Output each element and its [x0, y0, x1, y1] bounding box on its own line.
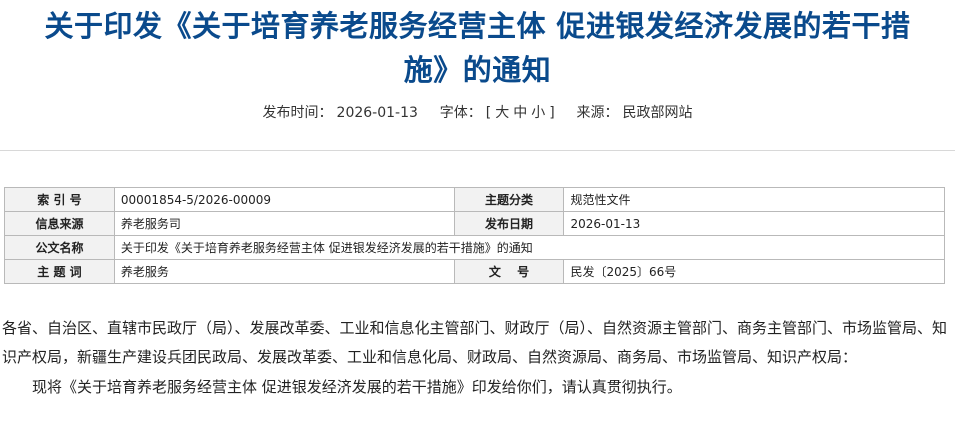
table-row: 索 引 号 00001854-5/2026-00009 主题分类 规范性文件 [4, 187, 945, 212]
publish-date-value: 2026-01-13 [563, 211, 945, 236]
article-body: 各省、自治区、直辖市民政厅（局）、发展改革委、工业和信息化主管部门、财政厅（局）… [2, 314, 952, 402]
body-paragraph: 现将《关于培育养老服务经营主体 促进银发经济发展的若干措施》印发给你们，请认真贯… [32, 378, 682, 396]
publish-date: 2026-01-13 [336, 105, 418, 121]
article-title: 关于印发《关于培育养老服务经营主体 促进银发经济发展的若干措 施》的通知 [0, 4, 955, 92]
index-number-value: 00001854-5/2026-00009 [113, 187, 455, 212]
keywords-value: 养老服务 [113, 259, 455, 284]
source-label: 来源： [576, 105, 619, 121]
topic-category-label: 主题分类 [453, 187, 565, 212]
article-title-line1: 关于印发《关于培育养老服务经营主体 促进银发经济发展的若干措 [44, 9, 911, 43]
index-number-label: 索 引 号 [4, 187, 115, 212]
table-row: 主 题 词 养老服务 文 号 民发〔2025〕66号 [4, 259, 945, 284]
publish-date-label: 发布日期 [453, 211, 565, 236]
article-title-line2: 施》的通知 [403, 53, 552, 87]
topic-category-value: 规范性文件 [563, 187, 945, 212]
table-row: 信息来源 养老服务司 发布日期 2026-01-13 [4, 211, 945, 236]
document-name-value: 关于印发《关于培育养老服务经营主体 促进银发经济发展的若干措施》的通知 [113, 235, 946, 260]
font-size-medium-button[interactable]: 中 [513, 105, 527, 121]
font-size-label: 字体： [439, 105, 482, 121]
document-number-value: 民发〔2025〕66号 [563, 259, 945, 284]
document-name-label: 公文名称 [4, 235, 115, 260]
publish-label: 发布时间： [262, 105, 333, 121]
bracket-open: [ [485, 105, 492, 121]
article-meta: 发布时间： 2026-01-13 字体：[大中小] 来源： 民政部网站 [0, 102, 955, 122]
info-source-value: 养老服务司 [113, 211, 455, 236]
addressee-paragraph: 各省、自治区、直辖市民政厅（局）、发展改革委、工业和信息化主管部门、财政厅（局）… [2, 319, 948, 366]
info-source-label: 信息来源 [4, 211, 115, 236]
document-info-table: 索 引 号 00001854-5/2026-00009 主题分类 规范性文件 信… [4, 187, 946, 284]
document-number-label: 文 号 [453, 259, 565, 284]
table-row: 公文名称 关于印发《关于培育养老服务经营主体 促进银发经济发展的若干措施》的通知 [4, 235, 946, 260]
source-value: 民政部网站 [622, 105, 693, 121]
font-size-small-button[interactable]: 小 [531, 105, 545, 121]
bracket-close: ] [549, 105, 555, 121]
divider [0, 150, 955, 151]
keywords-label: 主 题 词 [4, 259, 115, 284]
font-size-large-button[interactable]: 大 [495, 105, 509, 121]
